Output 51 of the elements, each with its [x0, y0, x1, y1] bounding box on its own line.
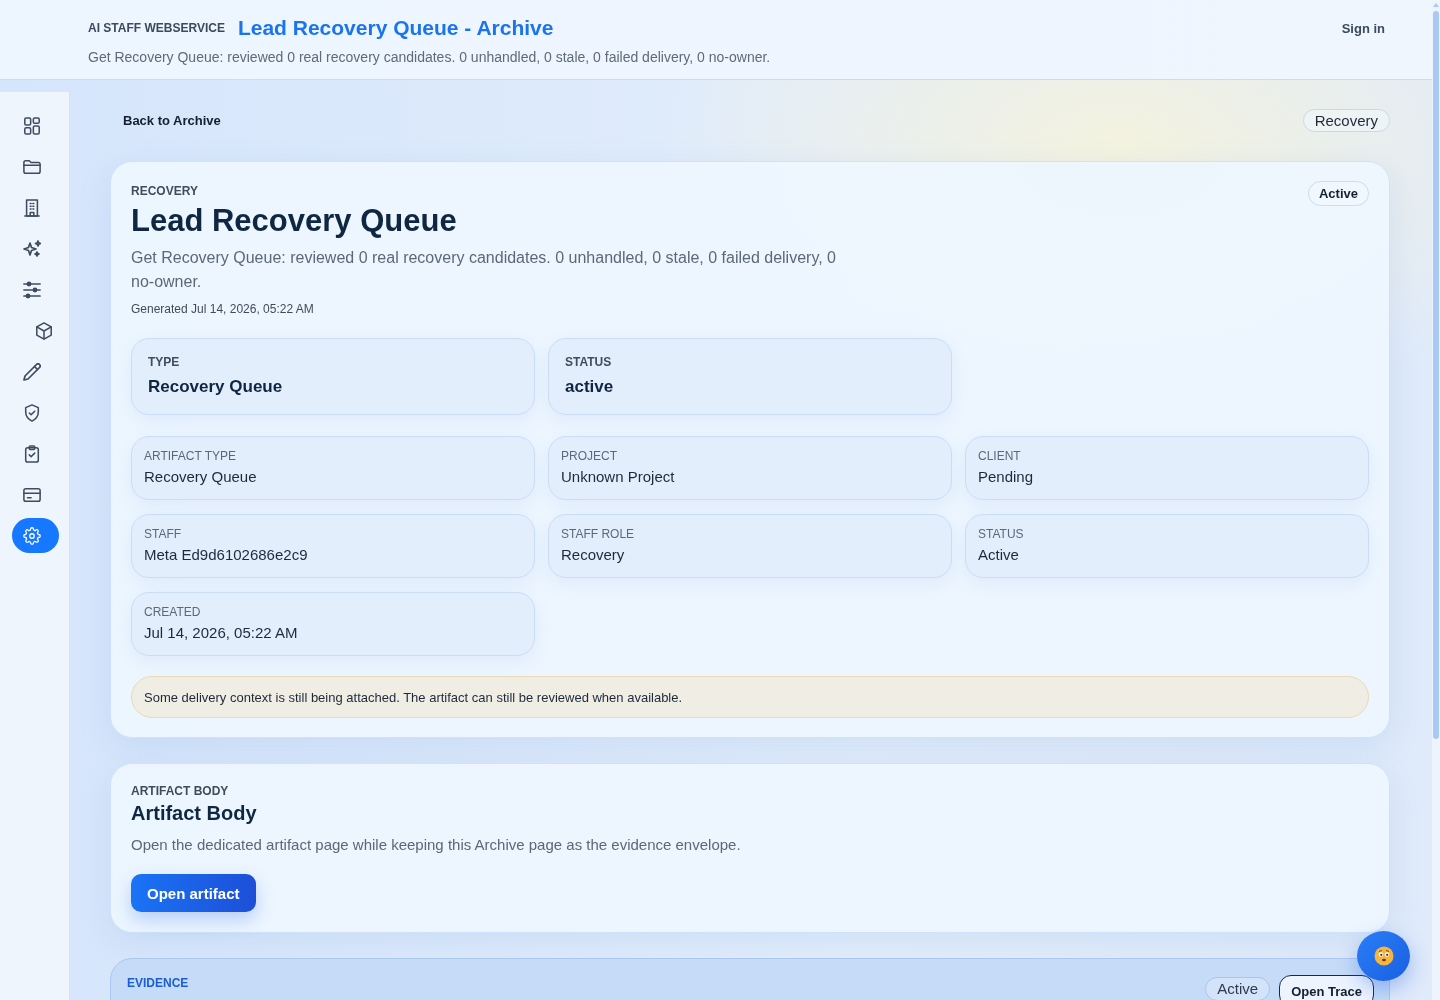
credit-card-icon — [23, 485, 41, 504]
field-value: Recovery — [561, 545, 626, 565]
card-description: Get Recovery Queue: reviewed 0 real recovery candidates. 0 unhandled, 0 stale, 0 failed delivery, 0 no-owner. — [131, 248, 837, 292]
field-label: STAFF — [144, 527, 183, 541]
page-title: Lead Recovery Queue - Archive — [237, 16, 554, 40]
back-link[interactable]: Back to Archive — [123, 113, 221, 128]
open-artifact-button[interactable]: Open artifact — [131, 874, 256, 912]
field-value: Jul 14, 2026, 05:22 AM — [144, 623, 299, 643]
field-label: STATUS — [978, 527, 1025, 541]
field-label: STATUS — [565, 355, 613, 369]
field-label: CLIENT — [978, 449, 1022, 463]
card-title: Lead Recovery Queue — [131, 202, 458, 240]
pencil-icon — [23, 362, 41, 381]
field-label: STAFF ROLE — [561, 527, 636, 541]
notice-banner: Some delivery context is still being attached. The artifact can still be reviewed when available. — [131, 676, 1369, 718]
field-value: Recovery Queue — [148, 376, 284, 398]
cube-icon — [35, 321, 53, 340]
section-label: EVIDENCE — [127, 975, 189, 991]
open-trace-button[interactable]: Open Trace — [1279, 975, 1374, 1000]
sparkles-icon — [23, 239, 41, 258]
settings-icon — [23, 526, 41, 545]
scrollbar-thumb[interactable] — [1433, 11, 1439, 739]
sidebar-button[interactable] — [12, 518, 59, 553]
category-tag: Recovery — [1302, 109, 1390, 132]
sliders-icon — [23, 280, 41, 299]
field-label: CREATED — [144, 605, 202, 619]
status-badge: Active — [1307, 181, 1369, 206]
field-label: TYPE — [148, 355, 181, 369]
field-label: PROJECT — [561, 449, 618, 463]
card-description: Open the dedicated artifact page while keeping this Archive page as the evidence envelope. — [131, 835, 742, 855]
face-icon — [1373, 946, 1394, 966]
building-icon — [23, 198, 41, 217]
status-badge: Active — [1205, 977, 1271, 1000]
section-label: RECOVERY — [131, 183, 199, 199]
field-value: active — [565, 376, 615, 398]
card-title: Artifact Body — [131, 801, 258, 826]
brand-name: AI STAFF WEBSERVICE — [88, 21, 225, 35]
field-value: Unknown Project — [561, 467, 676, 487]
generated-time: Generated Jul 14, 2026, 05:22 AM — [131, 301, 315, 317]
page-summary: Get Recovery Queue: reviewed 0 real recovery candidates. 0 unhandled, 0 stale, 0 failed delivery, 0 no-owner. — [88, 48, 772, 66]
sign-in-link[interactable]: Sign in — [1341, 20, 1385, 36]
grid-icon — [23, 116, 41, 135]
field-value: Meta Ed9d6102686e2c9 — [144, 545, 309, 565]
section-label: ARTIFACT BODY — [131, 783, 230, 799]
field-value: Recovery Queue — [144, 467, 258, 487]
field-label: ARTIFACT TYPE — [144, 449, 238, 463]
shield-check-icon — [23, 403, 41, 422]
field-value: Pending — [978, 467, 1035, 487]
field-value: Active — [978, 545, 1020, 565]
folder-icon — [23, 157, 41, 176]
clipboard-check-icon — [23, 444, 41, 463]
